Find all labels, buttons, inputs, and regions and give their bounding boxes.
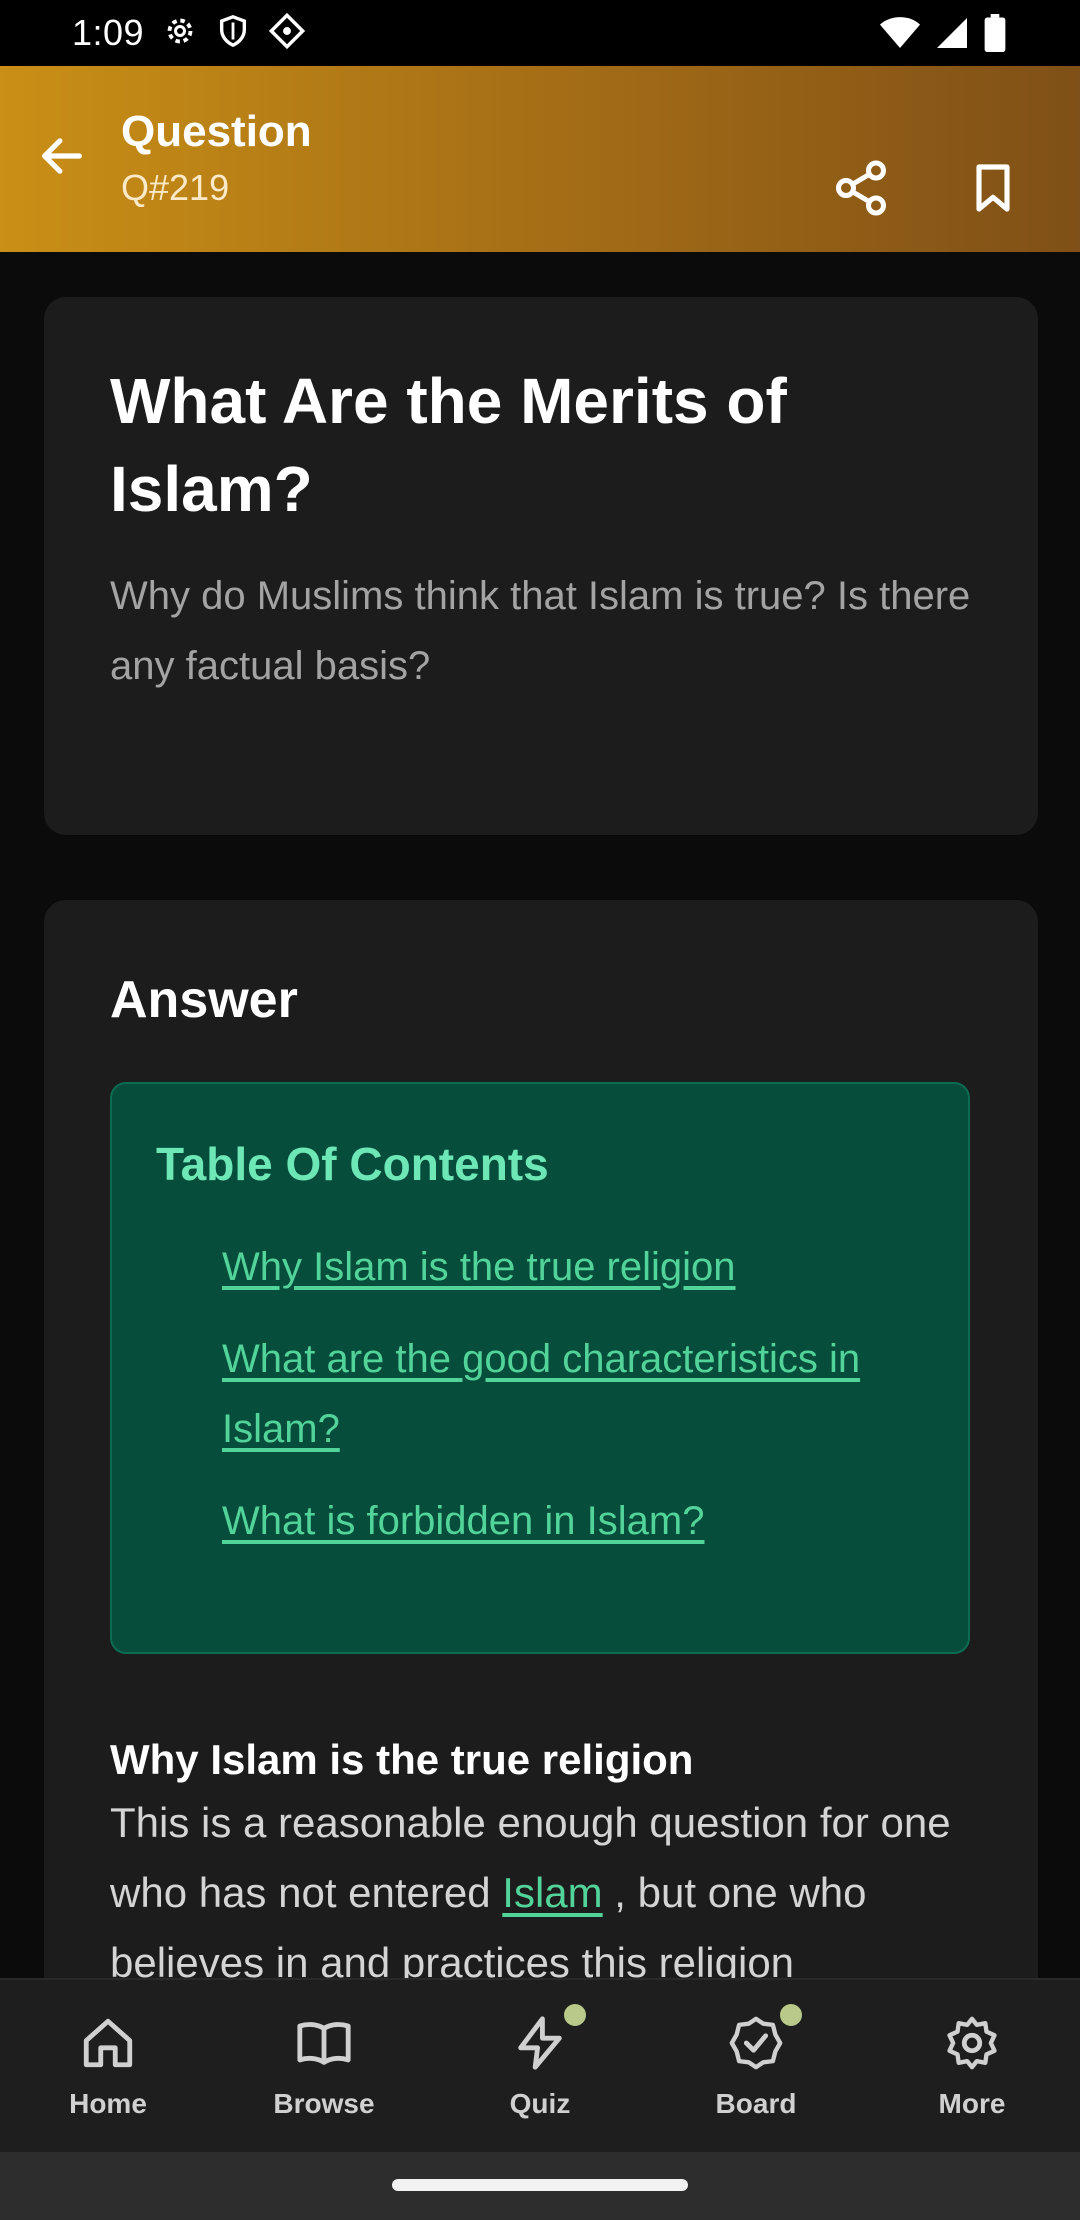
notification-dot	[780, 2004, 802, 2026]
badge-check-icon	[725, 2012, 787, 2074]
share-icon	[836, 160, 886, 216]
question-title: What Are the Merits of Islam?	[110, 365, 787, 525]
nav-item-quiz[interactable]: Quiz	[432, 2004, 648, 2120]
page-title: Question	[121, 107, 312, 156]
battery-icon	[984, 14, 1006, 57]
status-icons-right	[880, 14, 1006, 57]
section-body: This is a reasonable enough question for…	[110, 1788, 972, 1998]
nav-label: More	[938, 2088, 1006, 2119]
status-time: 1:09	[72, 12, 145, 53]
status-icons-left	[162, 12, 306, 55]
question-card: What Are the Merits of Islam? Why do Mus…	[44, 297, 1038, 835]
question-number: Q#219	[121, 167, 230, 208]
status-bar: 1:09	[0, 0, 1080, 66]
signal-icon	[934, 15, 970, 56]
gear-icon	[941, 2012, 1003, 2074]
question-description: Why do Muslims think that Islam is true?…	[110, 574, 971, 688]
nav-item-home[interactable]: Home	[0, 2012, 216, 2120]
table-of-contents: Table Of Contents Why Islam is the true …	[110, 1082, 970, 1654]
nav-item-board[interactable]: Board	[648, 2004, 864, 2120]
toc-link-true-religion[interactable]: Why Islam is the true religion	[222, 1245, 736, 1289]
nav-item-browse[interactable]: Browse	[216, 2012, 432, 2120]
answer-heading: Answer	[110, 971, 298, 1029]
nav-label: Board	[715, 2088, 797, 2119]
nav-item-more[interactable]: More	[864, 2012, 1080, 2120]
share-button[interactable]	[826, 153, 896, 223]
nav-label: Home	[69, 2088, 147, 2119]
home-gesture-handle[interactable]	[392, 2179, 688, 2191]
home-icon	[77, 2012, 139, 2074]
islam-link[interactable]: Islam	[502, 1869, 602, 1916]
toc-title: Table Of Contents	[156, 1138, 549, 1190]
app-bar-title-group: Question Q#219	[121, 106, 312, 214]
toc-link-forbidden[interactable]: What is forbidden in Islam?	[222, 1499, 704, 1543]
diamond-icon	[268, 12, 306, 55]
nav-label: Quiz	[509, 2088, 571, 2119]
screen: 1:09 Question Q#219 What Are the Merits …	[0, 0, 1080, 2220]
bottom-nav: Home Browse Quiz Board More	[0, 1978, 1080, 2152]
toc-item: What is forbidden in Islam?	[222, 1486, 924, 1556]
app-bar: Question Q#219	[0, 66, 1080, 252]
gear-icon	[162, 13, 198, 54]
book-icon	[293, 2012, 355, 2074]
lightning-icon	[509, 2012, 571, 2074]
toc-item: What are the good characteristics in Isl…	[222, 1324, 924, 1464]
back-button[interactable]	[30, 124, 94, 188]
shield-icon	[216, 13, 250, 54]
bookmark-button[interactable]	[958, 153, 1028, 223]
toc-link-good-characteristics[interactable]: What are the good characteristics in Isl…	[222, 1337, 860, 1451]
arrow-left-icon	[42, 138, 82, 174]
bookmark-icon	[976, 164, 1010, 212]
section-heading: Why Islam is the true religion	[110, 1736, 694, 1783]
notification-dot	[564, 2004, 586, 2026]
wifi-icon	[880, 15, 920, 56]
toc-item: Why Islam is the true religion	[222, 1232, 924, 1302]
toc-list: Why Islam is the true religion What are …	[156, 1232, 924, 1556]
nav-label: Browse	[273, 2088, 375, 2119]
